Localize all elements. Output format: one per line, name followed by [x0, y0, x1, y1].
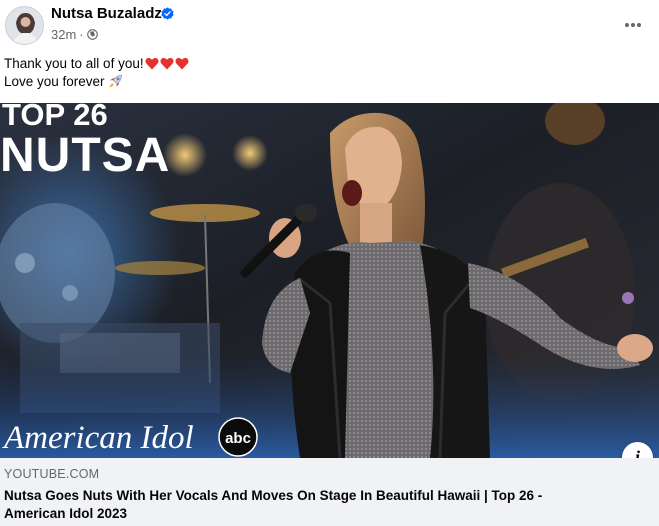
red-heart-icon: [175, 57, 189, 70]
caption-line-1: Thank you to all of you!: [4, 55, 189, 73]
caption-text-1: Thank you to all of you!: [4, 56, 144, 71]
red-heart-icon: [145, 57, 159, 70]
post-caption: Thank you to all of you! Love you foreve…: [4, 55, 189, 91]
thumbnail-image: TOP 26 NUTSA American Idol abc: [0, 103, 659, 458]
video-thumbnail[interactable]: TOP 26 NUTSA American Idol abc: [0, 103, 659, 458]
abc-logo: abc: [225, 430, 251, 447]
more-options-button[interactable]: [620, 12, 646, 38]
globe-icon[interactable]: [86, 29, 98, 40]
meta-separator: ·: [79, 27, 84, 42]
caption-line-2: Love you forever: [4, 73, 189, 91]
author-name[interactable]: Nutsa Buzaladze: [51, 5, 170, 22]
more-options-icon: [625, 23, 641, 27]
post-header: Nutsa Buzaladze 32m ·: [0, 0, 659, 50]
author-avatar[interactable]: [5, 6, 44, 45]
caption-text-2: Love you forever: [4, 74, 105, 89]
overlay-line-1: TOP 26: [2, 103, 108, 132]
link-domain: YOUTUBE.COM: [4, 467, 100, 481]
overlay-line-2: NUTSA: [0, 129, 170, 182]
rocket-icon: [109, 75, 123, 88]
post-meta: 32m ·: [51, 27, 98, 42]
post-timestamp[interactable]: 32m: [51, 27, 76, 42]
red-heart-icon: [160, 57, 174, 70]
american-idol-logo: American Idol: [2, 420, 194, 456]
link-title[interactable]: Nutsa Goes Nuts With Her Vocals And Move…: [4, 487, 604, 523]
link-preview[interactable]: YOUTUBE.COM Nutsa Goes Nuts With Her Voc…: [0, 458, 659, 526]
verified-badge-icon: [161, 7, 174, 20]
